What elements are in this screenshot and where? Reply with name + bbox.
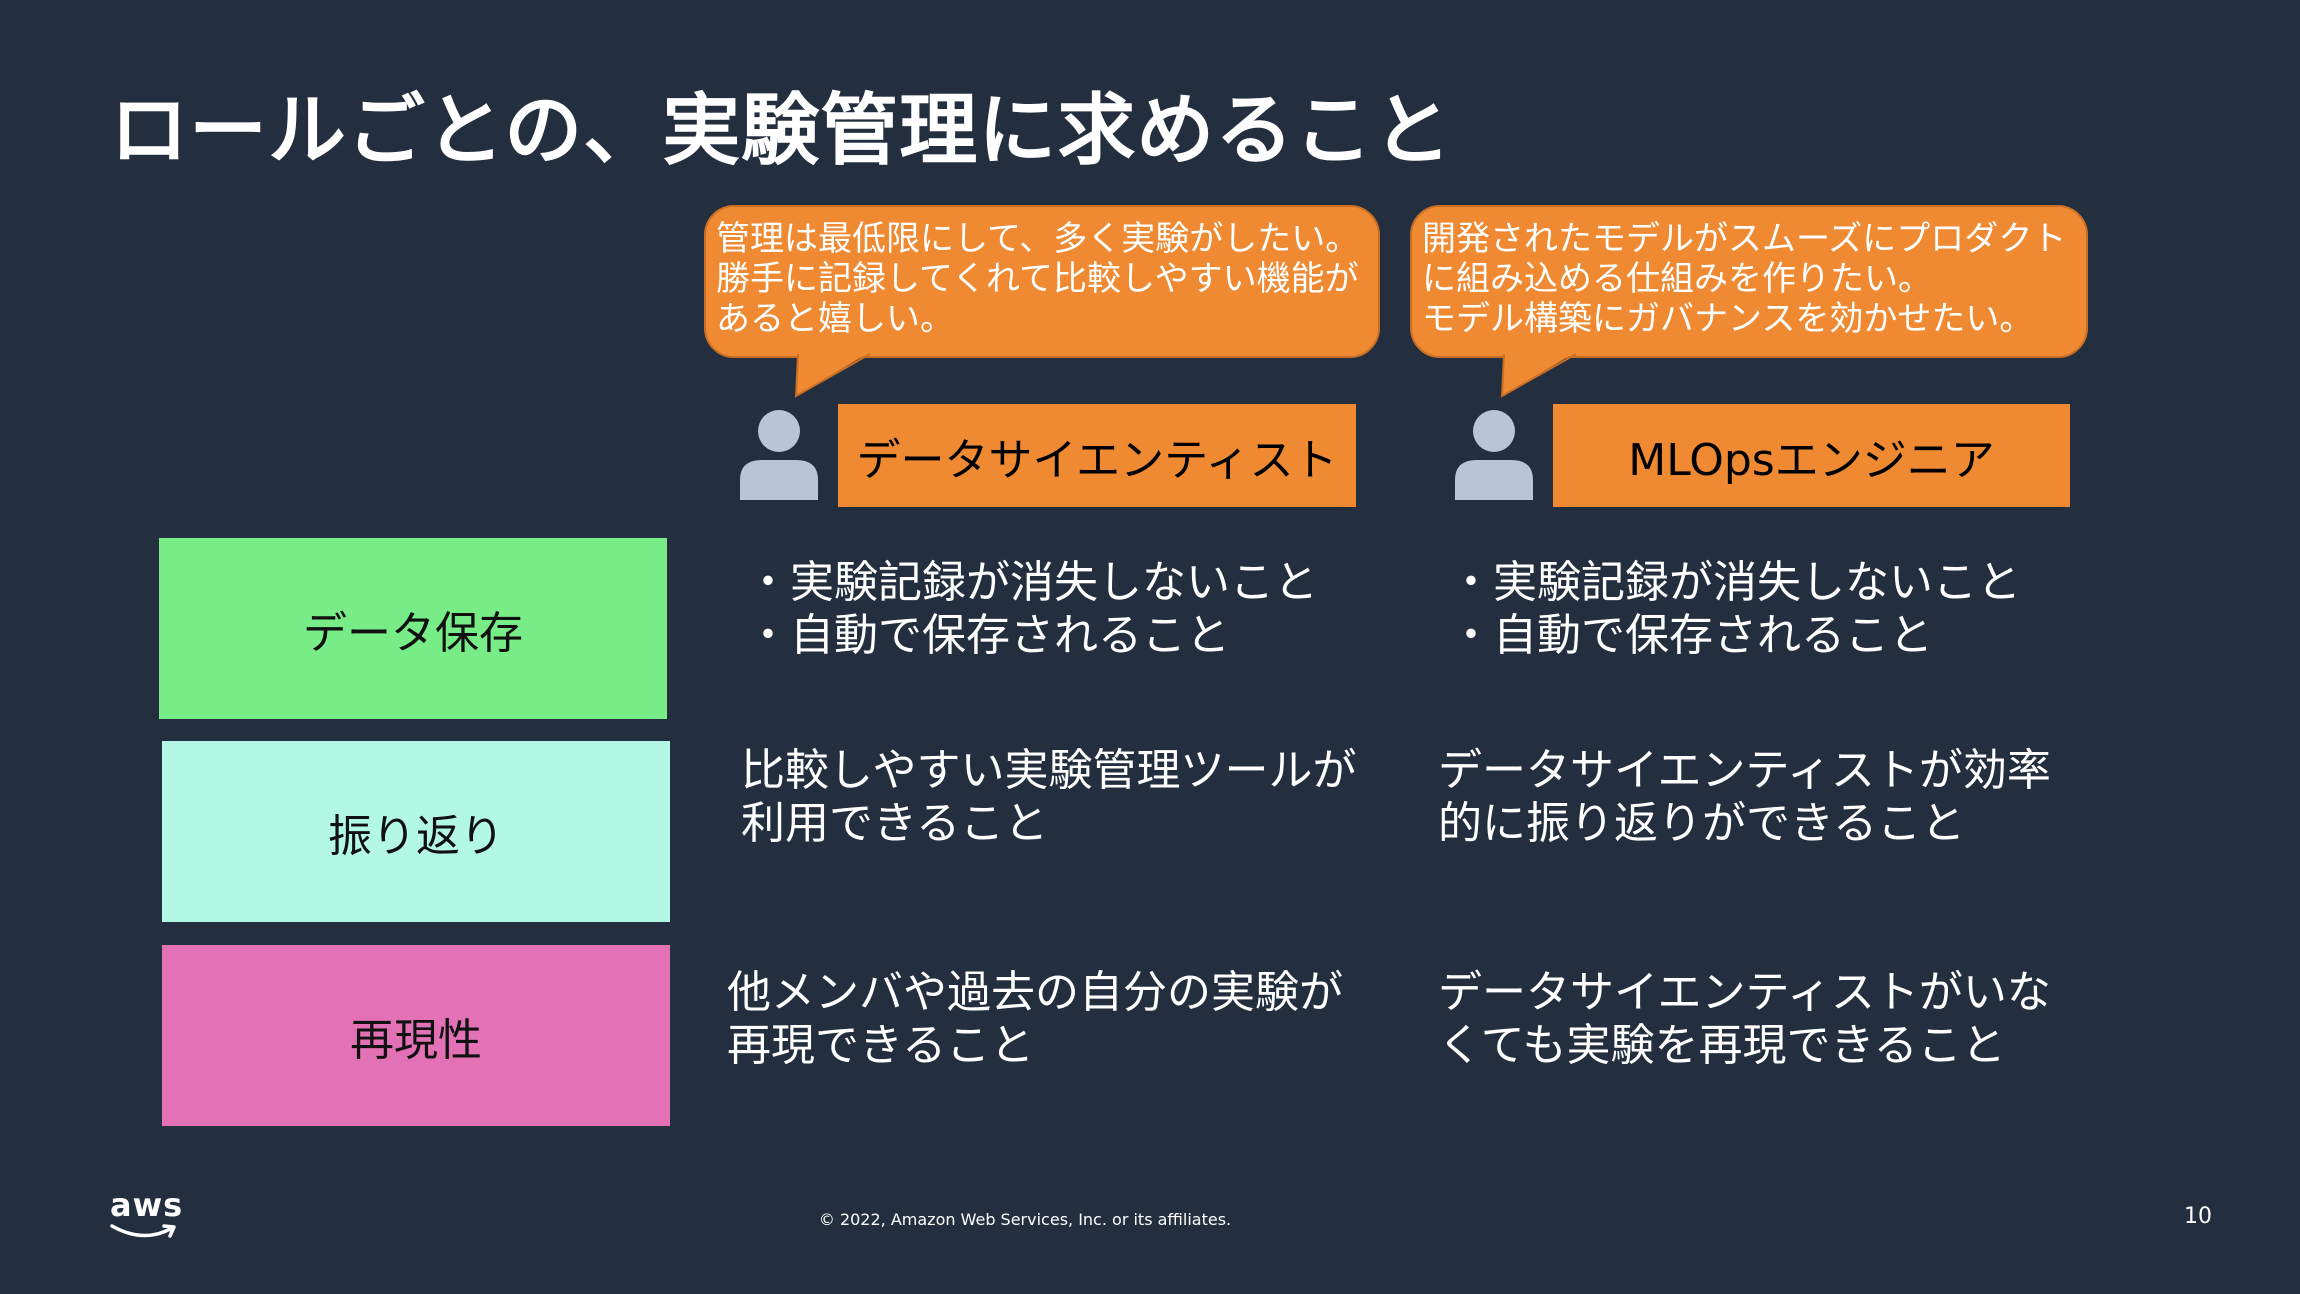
cell-line: 利用できること xyxy=(741,798,1049,849)
cell-line: ・自動で保存されること xyxy=(1449,610,1933,661)
speech-bubble-data-scientist: 管理は最低限にして、多く実験がしたい。 勝手に記録してくれて比較しやすい機能が … xyxy=(704,205,1380,358)
cell-line: データサイエンティストがいな xyxy=(1438,967,2051,1018)
cell-line: ・自動で保存されること xyxy=(746,610,1230,661)
category-review: 振り返り xyxy=(162,741,670,922)
cell-line: 比較しやすい実験管理ツールが xyxy=(741,745,1357,796)
cell-data-storage-ds: ・実験記録が消失しないこと ・自動で保存されること xyxy=(746,556,1318,662)
cell-line: 的に振り返りができること xyxy=(1438,798,1966,849)
slide-title: ロールごとの、実験管理に求めること xyxy=(110,86,1453,176)
cell-reproducibility-ds: 他メンバや過去の自分の実験が 再現できること xyxy=(727,966,1343,1072)
role-label-mlops-engineer: MLOpsエンジニア xyxy=(1553,404,2070,507)
category-reproducibility: 再現性 xyxy=(162,945,670,1126)
speech-line: モデル構築にガバナンスを効かせたい。 xyxy=(1422,299,2034,339)
cell-line: 他メンバや過去の自分の実験が xyxy=(727,967,1343,1018)
cell-line: 再現できること xyxy=(727,1020,1035,1071)
copyright-text: © 2022, Amazon Web Services, Inc. or its… xyxy=(818,1210,1232,1229)
cell-line: ・実験記録が消失しないこと xyxy=(746,557,1318,608)
speech-bubble-tail xyxy=(794,352,871,398)
cell-review-ds: 比較しやすい実験管理ツールが 利用できること xyxy=(741,744,1357,850)
cell-reproducibility-mlops: データサイエンティストがいな くても実験を再現できること xyxy=(1438,966,2051,1072)
cell-review-mlops: データサイエンティストが効率 的に振り返りができること xyxy=(1438,744,2051,850)
page-number: 10 xyxy=(2184,1204,2212,1229)
cell-line: ・実験記録が消失しないこと xyxy=(1449,557,2021,608)
speech-line: 勝手に記録してくれて比較しやすい機能が xyxy=(716,259,1359,299)
category-data-storage: データ保存 xyxy=(159,538,667,719)
speech-line: 開発されたモデルがスムーズにプロダクト xyxy=(1422,219,2067,259)
speech-bubble-tail xyxy=(1500,352,1577,398)
speech-line: 管理は最低限にして、多く実験がしたい。 xyxy=(716,219,1360,259)
speech-bubble-mlops-engineer: 開発されたモデルがスムーズにプロダクト に組み込める仕組みを作りたい。 モデル構… xyxy=(1410,205,2088,358)
person-icon xyxy=(740,410,818,500)
person-icon xyxy=(1455,410,1533,500)
cell-line: データサイエンティストが効率 xyxy=(1438,745,2051,796)
speech-line: に組み込める仕組みを作りたい。 xyxy=(1422,259,1932,299)
cell-line: くても実験を再現できること xyxy=(1438,1020,2006,1071)
cell-data-storage-mlops: ・実験記録が消失しないこと ・自動で保存されること xyxy=(1449,556,2021,662)
role-label-data-scientist: データサイエンティスト xyxy=(838,404,1356,507)
speech-line: あると嬉しい。 xyxy=(716,299,954,339)
